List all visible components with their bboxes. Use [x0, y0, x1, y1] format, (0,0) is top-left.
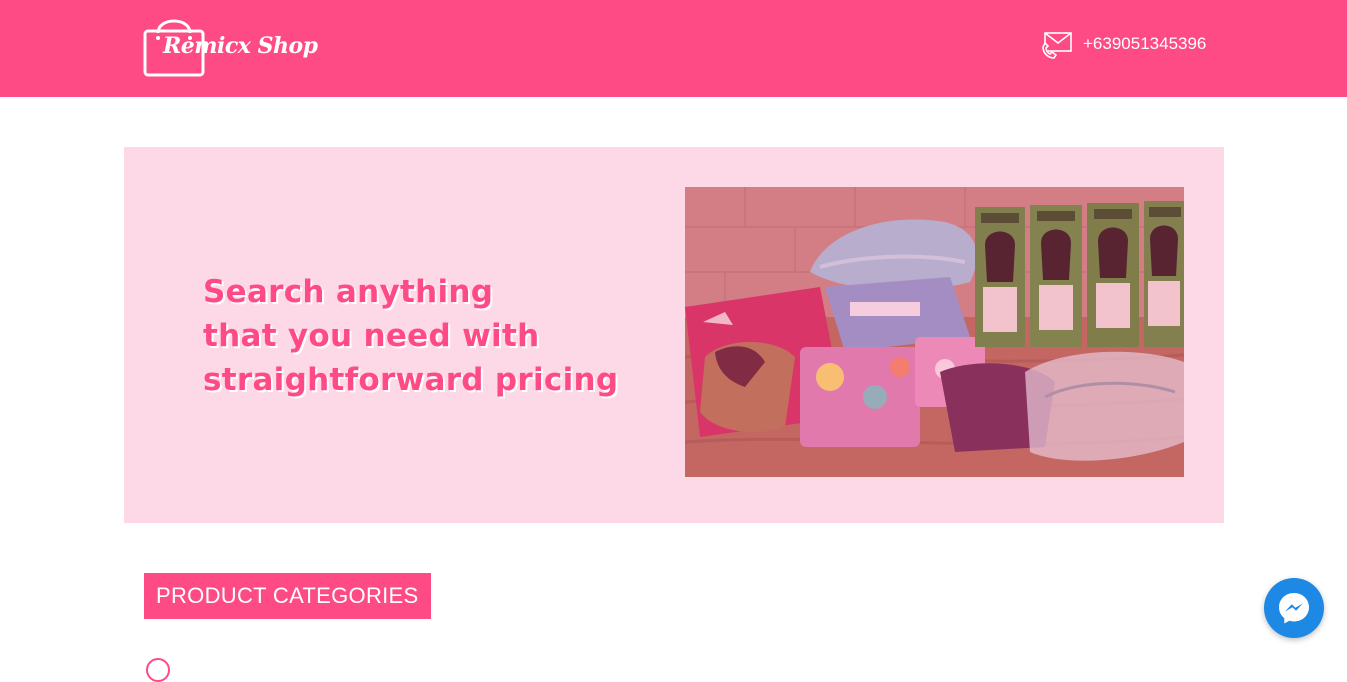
phone-contact[interactable]: +639051345396 — [1042, 28, 1206, 60]
hero-title-line-1: Search anything — [203, 274, 494, 310]
product-categories-heading: PRODUCT CATEGORIES — [144, 573, 431, 619]
logo-text: Remicx Shop — [163, 33, 318, 59]
hero-banner: Search anything that you need with strai… — [124, 147, 1224, 523]
messenger-chat-button[interactable] — [1264, 578, 1324, 638]
messenger-icon — [1279, 593, 1309, 624]
phone-number: +639051345396 — [1083, 34, 1207, 53]
product-photo-illustration — [685, 187, 1184, 477]
hero-product-photo — [685, 187, 1184, 477]
shop-logo[interactable]: Remicx Shop — [143, 11, 318, 79]
category-bullet-icon — [146, 658, 170, 682]
phone-envelope-icon — [1042, 32, 1072, 59]
site-header: Remicx Shop +639051345396 — [0, 0, 1347, 97]
hero-title-line-2: that you need with — [203, 318, 540, 354]
hero-title: Search anything that you need with strai… — [203, 270, 673, 402]
hero-title-line-3: straightforward pricing — [203, 362, 619, 398]
